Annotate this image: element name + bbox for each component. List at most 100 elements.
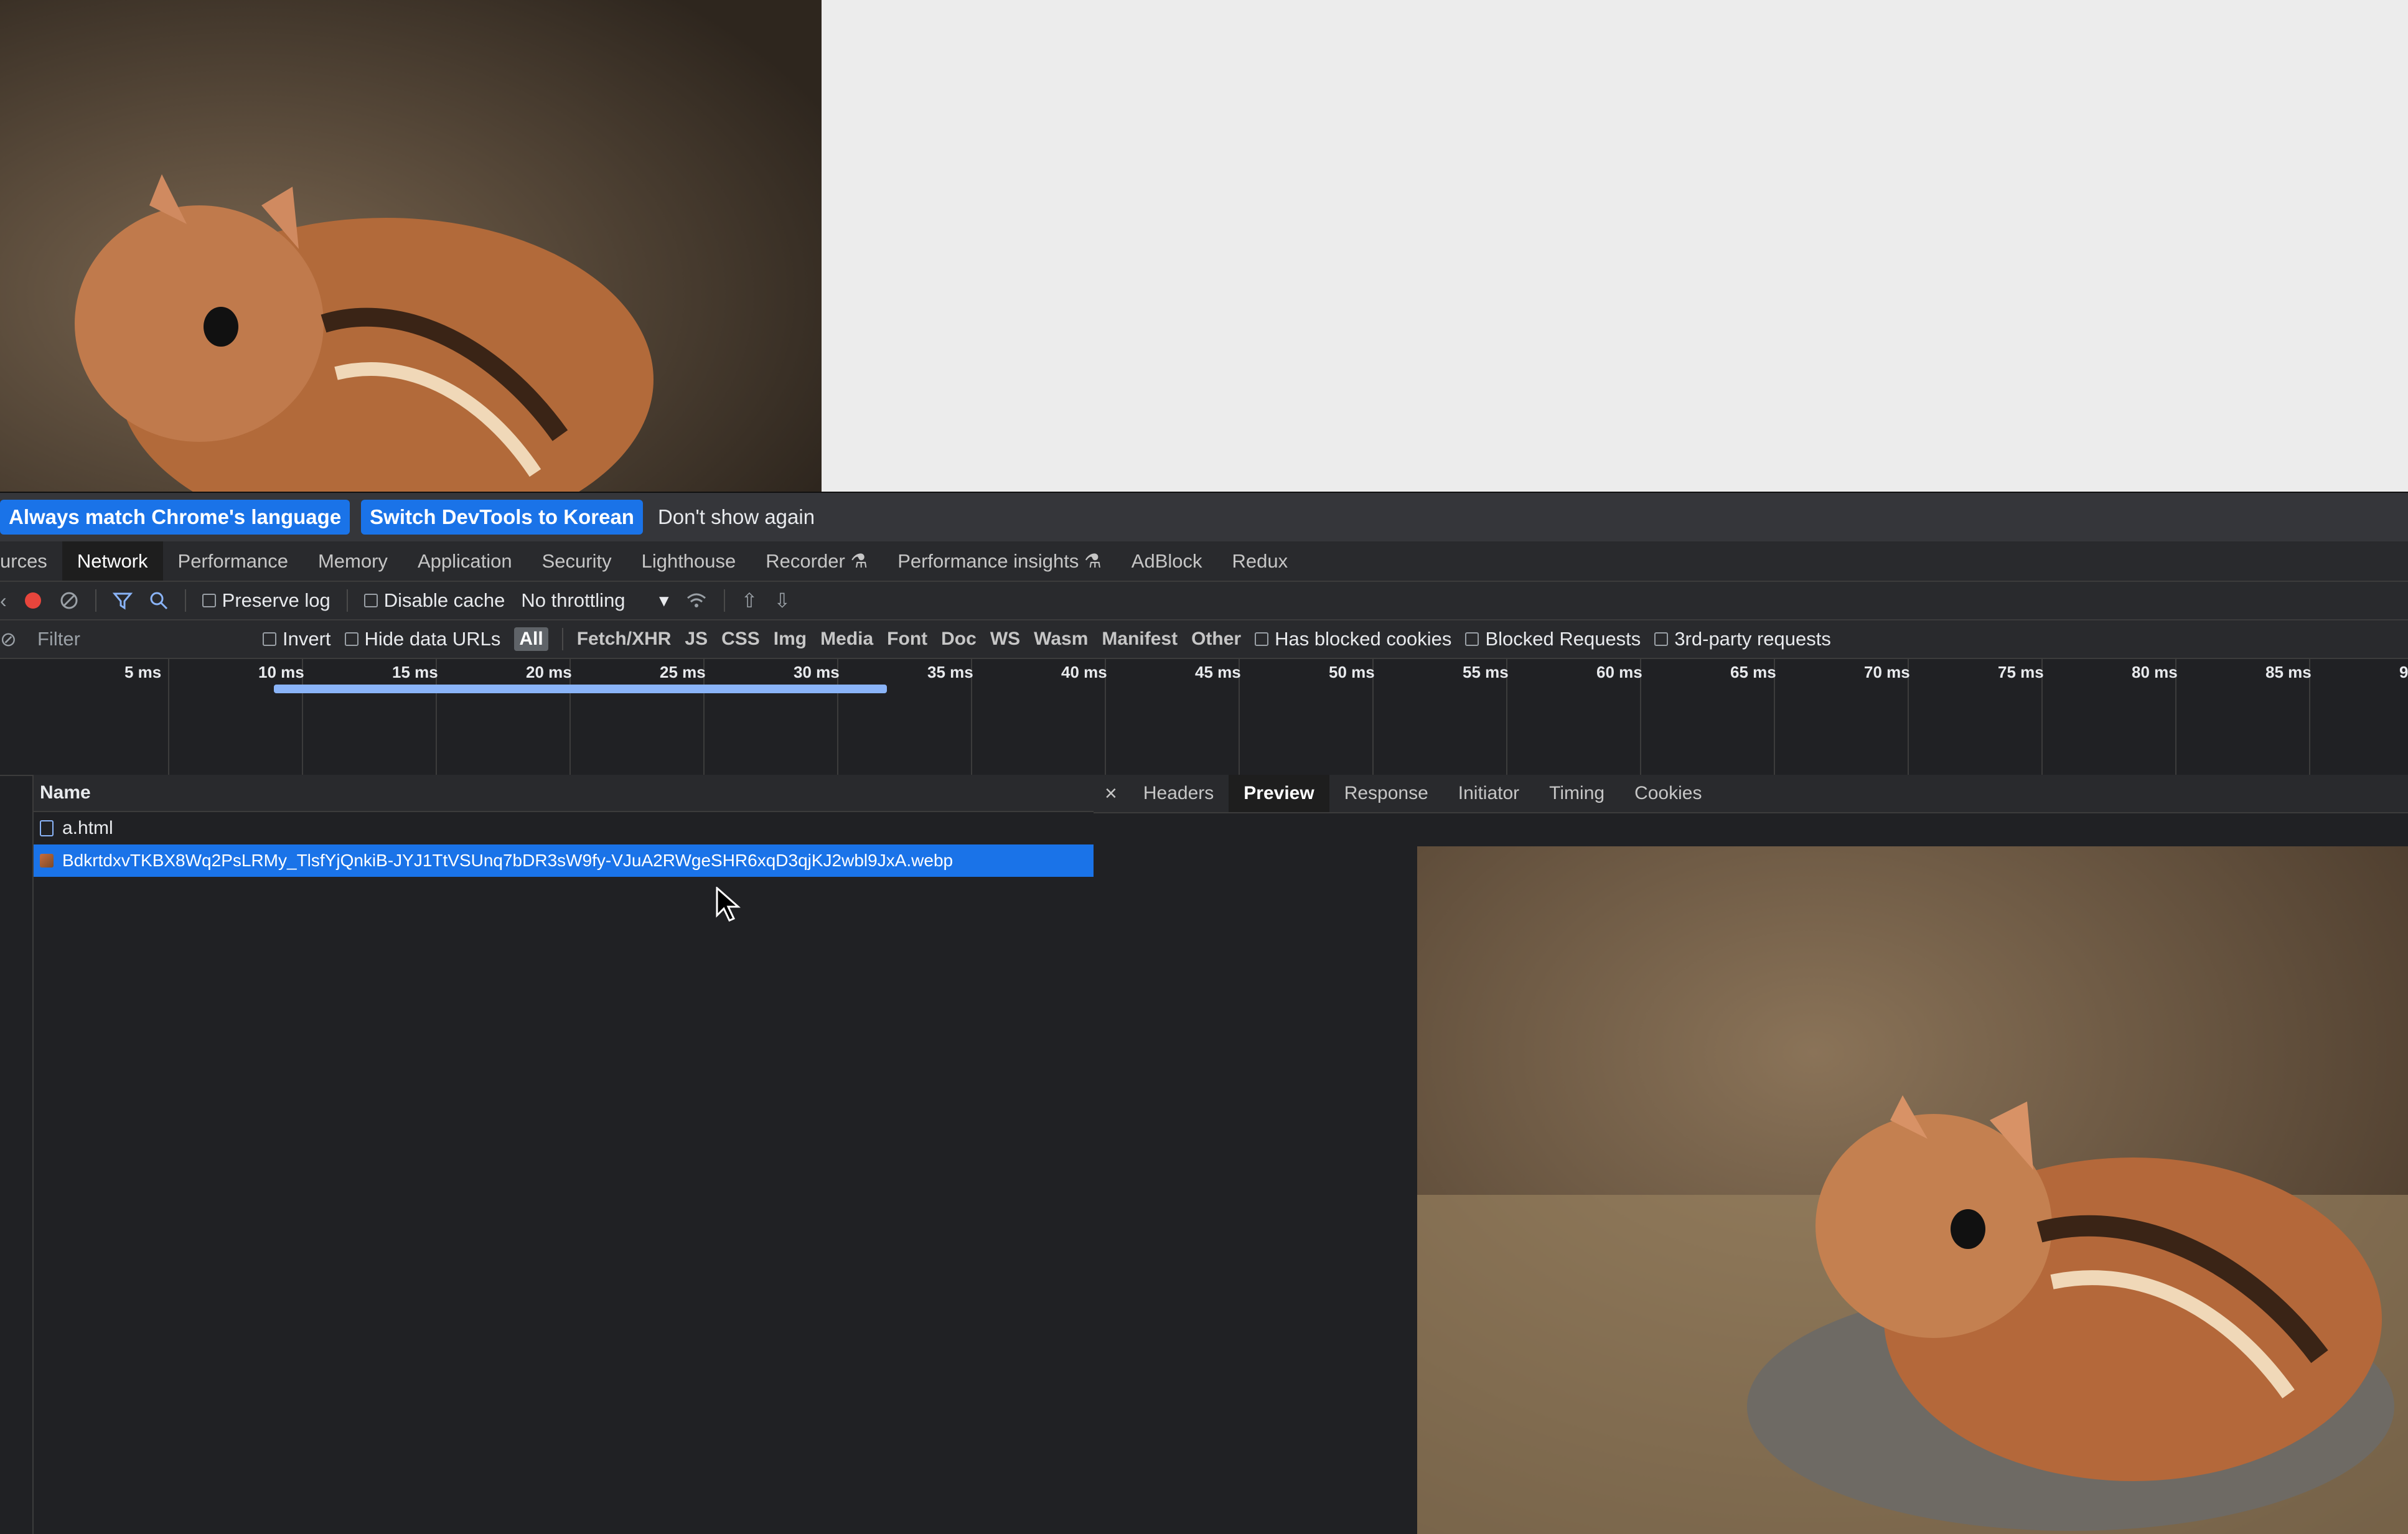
filter-type-img[interactable]: Img	[774, 629, 807, 650]
close-icon[interactable]: ×	[1094, 775, 1128, 812]
filter-type-wasm[interactable]: Wasm	[1034, 629, 1088, 650]
checkbox-box	[263, 632, 276, 646]
disable-cache-label: Disable cache	[383, 589, 505, 611]
timeline-tick-label: 10 ms	[258, 663, 304, 681]
filter-type-ws[interactable]: WS	[990, 629, 1020, 650]
filter-type-doc[interactable]: Doc	[941, 629, 977, 650]
timeline-tick-label: 65 ms	[1730, 663, 1776, 681]
tab-cookies[interactable]: Cookies	[1619, 775, 1717, 812]
tab-lighthouse[interactable]: Lighthouse	[627, 541, 751, 581]
timeline-request-bar	[274, 685, 887, 693]
name-column-header[interactable]: Name	[34, 775, 1095, 812]
timeline-tick-label: 50 ms	[1329, 663, 1375, 681]
tab-performance-insights[interactable]: Performance insights ⚗	[883, 541, 1117, 581]
filter-type-font[interactable]: Font	[887, 629, 927, 650]
tab-redux[interactable]: Redux	[1217, 541, 1303, 581]
import-har-icon[interactable]: ⇧	[741, 589, 758, 612]
third-party-requests-checkbox[interactable]: 3rd-party requests	[1654, 628, 1831, 650]
checkbox-box	[344, 632, 358, 646]
invert-checkbox[interactable]: Invert	[263, 628, 331, 650]
has-blocked-cookies-label: Has blocked cookies	[1275, 628, 1452, 650]
request-row-selected[interactable]: BdkrtdxvTKBX8Wq2PsLRMy_TlsfYjQnkiB-JYJ1T…	[34, 844, 1095, 877]
timeline-tick-label: 70 ms	[1864, 663, 1910, 681]
page-viewport	[0, 0, 2408, 495]
tab-performance[interactable]: Performance	[163, 541, 303, 581]
filter-type-js[interactable]: JS	[685, 629, 708, 650]
timeline-tick-label: 45 ms	[1195, 663, 1241, 681]
timeline-tick-label: 75 ms	[1998, 663, 2044, 681]
search-icon[interactable]	[149, 591, 169, 610]
image-preview	[1417, 846, 2408, 1534]
third-party-requests-label: 3rd-party requests	[1674, 628, 1831, 650]
tab-timing[interactable]: Timing	[1534, 775, 1619, 812]
network-conditions-icon[interactable]	[685, 591, 708, 610]
tab-application[interactable]: Application	[403, 541, 527, 581]
chevron-left-icon[interactable]: ‹	[0, 589, 7, 612]
devtools-panel-tabs: urces Network Performance Memory Applica…	[0, 541, 2408, 582]
tab-sources[interactable]: urces	[0, 541, 62, 581]
tab-preview[interactable]: Preview	[1229, 775, 1329, 812]
document-icon	[40, 820, 54, 836]
request-table: Name a.html BdkrtdxvTKBX8Wq2PsLRMy_TlsfY…	[32, 775, 1096, 1534]
tab-performance-insights-label: Performance insights	[897, 550, 1079, 572]
filter-type-other[interactable]: Other	[1191, 629, 1241, 650]
filter-icon[interactable]	[112, 591, 133, 610]
tab-security[interactable]: Security	[527, 541, 627, 581]
switch-devtools-korean-button[interactable]: Switch DevTools to Korean	[361, 500, 643, 535]
filter-type-fetch-xhr[interactable]: Fetch/XHR	[577, 629, 672, 650]
chipmunk-image	[0, 0, 822, 492]
record-icon[interactable]	[23, 591, 43, 610]
hide-data-urls-checkbox[interactable]: Hide data URLs	[344, 628, 501, 650]
checkbox-box	[1654, 632, 1669, 646]
divider	[95, 589, 96, 612]
image-icon	[40, 854, 54, 868]
blocked-requests-checkbox[interactable]: Blocked Requests	[1465, 628, 1641, 650]
export-har-icon[interactable]: ⇩	[774, 589, 790, 612]
timeline-tick-label: 90	[2399, 663, 2408, 681]
throttling-select[interactable]: No throttling ▾	[521, 589, 668, 612]
tab-network[interactable]: Network	[62, 541, 163, 581]
clear-icon[interactable]	[59, 591, 79, 610]
timeline-tick-label: 40 ms	[1061, 663, 1107, 681]
request-row[interactable]: a.html	[34, 812, 1095, 844]
preserve-log-checkbox[interactable]: Preserve log	[202, 589, 330, 612]
divider	[561, 628, 563, 650]
filter-input[interactable]: Filter	[0, 628, 249, 650]
timeline-tick-label: 55 ms	[1463, 663, 1509, 681]
has-blocked-cookies-checkbox[interactable]: Has blocked cookies	[1255, 628, 1451, 650]
timeline-tick-label: 60 ms	[1596, 663, 1642, 681]
flask-icon: ⚗	[850, 550, 868, 572]
timeline-tick-label: 35 ms	[927, 663, 973, 681]
tab-headers[interactable]: Headers	[1128, 775, 1229, 812]
tab-memory[interactable]: Memory	[303, 541, 403, 581]
hide-data-urls-label: Hide data URLs	[364, 628, 501, 650]
network-toolbar: ‹ Preserve log Disable cache No throttli…	[0, 582, 2408, 620]
timeline-tick-label: 25 ms	[660, 663, 706, 681]
network-overview-timeline[interactable]: 5 ms 10 ms 15 ms 20 ms 25 ms 30 ms 35 ms 40 ms 4…	[0, 659, 2408, 776]
tab-adblock[interactable]: AdBlock	[1117, 541, 1217, 581]
always-match-language-button[interactable]: Always match Chrome's language	[0, 500, 350, 535]
filter-type-manifest[interactable]: Manifest	[1102, 629, 1178, 650]
blocked-requests-label: Blocked Requests	[1485, 628, 1641, 650]
filter-type-css[interactable]: CSS	[721, 629, 760, 650]
timeline-tick-label: 20 ms	[526, 663, 572, 681]
dont-show-again-link[interactable]: Don't show again	[654, 505, 815, 529]
throttling-value: No throttling	[521, 589, 625, 611]
network-filter-bar: ⊘ Filter Invert Hide data URLs All Fetch…	[0, 620, 2408, 659]
filter-type-all[interactable]: All	[514, 627, 548, 651]
tab-recorder[interactable]: Recorder ⚗	[751, 541, 883, 581]
disable-cache-checkbox[interactable]: Disable cache	[363, 589, 505, 612]
tab-recorder-label: Recorder	[766, 550, 845, 572]
divider	[346, 589, 348, 612]
tab-initiator[interactable]: Initiator	[1443, 775, 1534, 812]
request-name: BdkrtdxvTKBX8Wq2PsLRMy_TlsfYjQnkiB-JYJ1T…	[62, 851, 953, 870]
checkbox-box	[1465, 632, 1479, 646]
timeline-tick-label: 80 ms	[2132, 663, 2178, 681]
timeline-gridline	[168, 659, 169, 775]
request-details-panel: × Headers Preview Response Initiator Tim…	[1094, 775, 2408, 1534]
preserve-log-label: Preserve log	[222, 589, 330, 611]
timeline-tick-label: 15 ms	[392, 663, 438, 681]
language-infobar: Always match Chrome's language Switch De…	[0, 492, 2408, 541]
tab-response[interactable]: Response	[1329, 775, 1443, 812]
filter-type-media[interactable]: Media	[820, 629, 873, 650]
